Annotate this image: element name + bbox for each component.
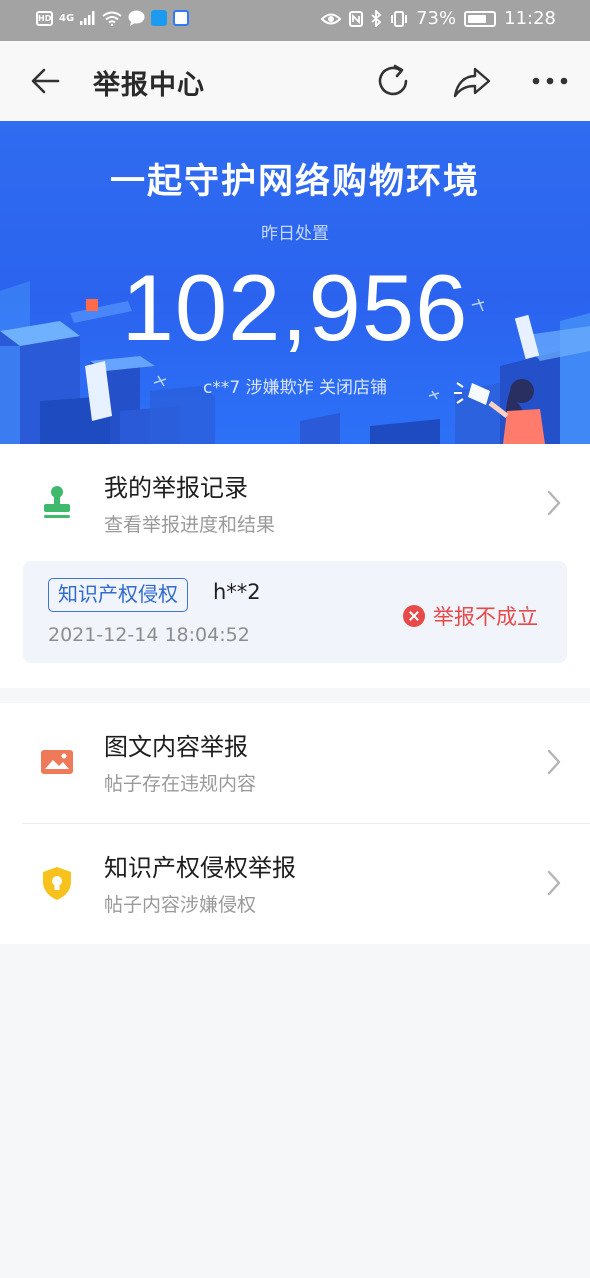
report-time: 2021-12-14 18:04:52 (48, 624, 250, 646)
close-circle-icon (403, 605, 425, 627)
bluetooth-icon (371, 10, 382, 27)
report-type-tag: 知识产权侵权 (48, 578, 188, 612)
clock: 11:28 (504, 8, 556, 29)
status-bar: HD 4G 73% 11:28 (0, 0, 590, 41)
security-app-icon (173, 10, 190, 26)
latest-report-item[interactable]: 知识产权侵权 h**2 2021-12-14 18:04:52 举报不成立 (23, 561, 567, 663)
shield-bulb-icon (43, 867, 71, 900)
nfc-icon (349, 10, 364, 27)
wifi-icon (102, 11, 122, 26)
stamp-icon (44, 486, 70, 518)
ip-report-subtitle: 帖子内容涉嫌侵权 (104, 894, 257, 916)
my-records-card: 我的举报记录 查看举报进度和结果 知识产权侵权 h**2 2021-12-14 … (0, 444, 590, 688)
banner-subtitle: 昨日处置 (261, 224, 329, 244)
battery-percent: 73% (416, 8, 457, 29)
image-icon (41, 750, 73, 774)
stats-banner: 一起守护网络购物环境 昨日处置 102,956 c**7 涉嫌欺诈 关闭店铺 (0, 121, 590, 444)
image-text-report-row[interactable]: 图文内容举报 帖子存在违规内容 (0, 703, 590, 823)
my-records-title: 我的举报记录 (104, 474, 248, 502)
vibrate-icon (391, 10, 408, 27)
banner-ticker: c**7 涉嫌欺诈 关闭店铺 (203, 378, 387, 398)
signal-icon (80, 11, 95, 25)
chevron-right-icon (547, 749, 561, 775)
title-bar: 举报中心 (0, 41, 590, 121)
message-icon (128, 10, 145, 26)
chevron-right-icon (547, 870, 561, 896)
hd-icon: HD (36, 10, 53, 26)
eye-icon (321, 13, 342, 24)
image-text-report-subtitle: 帖子存在违规内容 (104, 773, 257, 795)
report-status: 举报不成立 (403, 601, 538, 631)
chevron-right-icon (547, 490, 561, 516)
reported-user: h**2 (213, 580, 261, 604)
search-app-icon (151, 10, 168, 26)
battery-icon (464, 10, 497, 27)
network-type: 4G (59, 12, 75, 24)
my-records-subtitle: 查看举报进度和结果 (104, 514, 276, 536)
handled-count: 102,956 (121, 255, 469, 360)
report-status-label: 举报不成立 (433, 605, 538, 629)
report-types-card: 图文内容举报 帖子存在违规内容 知识产权侵权举报 帖子内容涉嫌侵权 (0, 703, 590, 944)
more-icon[interactable] (530, 61, 570, 101)
back-arrow-icon[interactable] (28, 63, 64, 99)
share-icon[interactable] (452, 61, 492, 101)
refresh-icon[interactable] (373, 61, 413, 101)
page-title: 举报中心 (93, 70, 205, 101)
banner-slogan: 一起守护网络购物环境 (109, 162, 480, 202)
image-text-report-title: 图文内容举报 (104, 733, 248, 761)
my-records-row[interactable]: 我的举报记录 查看举报进度和结果 (0, 444, 590, 564)
ip-report-row[interactable]: 知识产权侵权举报 帖子内容涉嫌侵权 (0, 824, 590, 944)
ip-report-title: 知识产权侵权举报 (104, 854, 296, 882)
